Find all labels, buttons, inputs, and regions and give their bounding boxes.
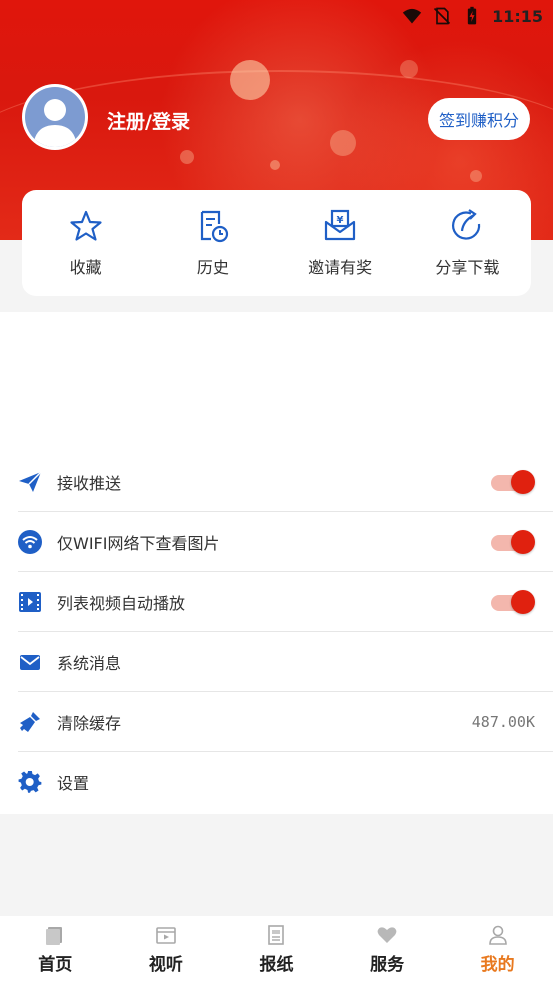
quick-action-invite[interactable]: ¥ 邀请有奖 xyxy=(285,208,395,278)
setting-wifi-images[interactable]: 仅WIFI网络下查看图片 xyxy=(18,512,553,572)
quick-action-share[interactable]: 分享下载 xyxy=(412,208,522,278)
autoplay-toggle[interactable] xyxy=(491,589,535,614)
gear-icon xyxy=(18,770,42,793)
nav-label: 报纸 xyxy=(259,955,294,975)
settings-list: 接收推送 仅WIFI网络下查看图片 列表视频自动播放 系统消息 清除缓存 487… xyxy=(0,312,553,814)
header-decoration xyxy=(230,60,270,100)
setting-label: 仅WIFI网络下查看图片 xyxy=(57,533,220,553)
setting-label: 设置 xyxy=(57,774,90,793)
video-icon xyxy=(19,591,41,612)
battery-charging-icon xyxy=(467,6,477,25)
cache-size: 487.00K xyxy=(471,712,535,731)
nav-mine[interactable]: 我的 xyxy=(443,916,553,975)
nav-newspaper[interactable]: 报纸 xyxy=(221,916,331,975)
header-decoration xyxy=(270,160,280,170)
checkin-button[interactable]: 签到赚积分 xyxy=(428,98,530,140)
bottom-nav: 首页 视听 报纸 服务 我的 xyxy=(0,916,553,983)
nav-video[interactable]: 视听 xyxy=(111,916,221,975)
setting-settings[interactable]: 设置 xyxy=(18,752,553,812)
setting-label: 接收推送 xyxy=(57,473,122,493)
setting-receive-push[interactable]: 接收推送 xyxy=(18,452,553,512)
history-icon xyxy=(200,210,228,243)
default-avatar-icon xyxy=(25,87,85,147)
nav-services[interactable]: 服务 xyxy=(332,916,442,975)
heart-icon xyxy=(377,927,397,943)
login-register-link[interactable]: 注册/登录 xyxy=(107,107,190,134)
wifi-images-toggle[interactable] xyxy=(491,529,535,554)
status-time: 11:15 xyxy=(492,6,543,26)
home-icon xyxy=(46,927,63,945)
quick-actions-card: 收藏 历史 ¥ 邀请有奖 分享下载 xyxy=(22,190,531,296)
setting-autoplay-video[interactable]: 列表视频自动播放 xyxy=(18,572,553,632)
person-icon xyxy=(488,925,507,945)
avatar[interactable] xyxy=(22,84,88,150)
broom-icon xyxy=(20,711,40,732)
message-icon xyxy=(20,654,40,670)
wifi-icon xyxy=(18,529,42,554)
setting-label: 列表视频自动播放 xyxy=(57,593,186,613)
paper-plane-icon xyxy=(19,470,42,492)
invite-envelope-icon: ¥ xyxy=(325,209,356,241)
nav-label: 服务 xyxy=(370,955,405,975)
quick-action-label: 历史 xyxy=(196,258,229,277)
setting-system-messages[interactable]: 系统消息 xyxy=(18,632,553,692)
push-toggle[interactable] xyxy=(491,469,535,494)
quick-action-label: 收藏 xyxy=(69,258,102,277)
setting-clear-cache[interactable]: 清除缓存 487.00K xyxy=(18,692,553,752)
quick-action-favorites[interactable]: 收藏 xyxy=(31,208,141,278)
quick-action-history[interactable]: 历史 xyxy=(158,208,268,278)
nav-label: 视听 xyxy=(148,955,183,975)
setting-label: 系统消息 xyxy=(57,653,122,673)
quick-action-label: 分享下载 xyxy=(435,258,500,277)
no-sim-icon xyxy=(433,7,451,25)
header-decoration xyxy=(330,130,356,156)
svg-text:¥: ¥ xyxy=(337,215,344,226)
header-decoration xyxy=(180,150,194,164)
nav-home[interactable]: 首页 xyxy=(0,916,110,975)
header-decoration xyxy=(400,60,418,78)
newspaper-icon xyxy=(268,925,285,945)
setting-label: 清除缓存 xyxy=(57,713,122,733)
header-decoration xyxy=(470,170,482,182)
star-icon xyxy=(70,210,102,241)
quick-action-label: 邀请有奖 xyxy=(308,258,373,277)
nav-label: 首页 xyxy=(38,955,73,975)
status-bar: 11:15 xyxy=(402,4,543,28)
share-icon xyxy=(452,209,481,240)
video-film-icon xyxy=(156,927,176,944)
nav-label: 我的 xyxy=(480,955,515,975)
wifi-signal-icon xyxy=(402,8,422,24)
